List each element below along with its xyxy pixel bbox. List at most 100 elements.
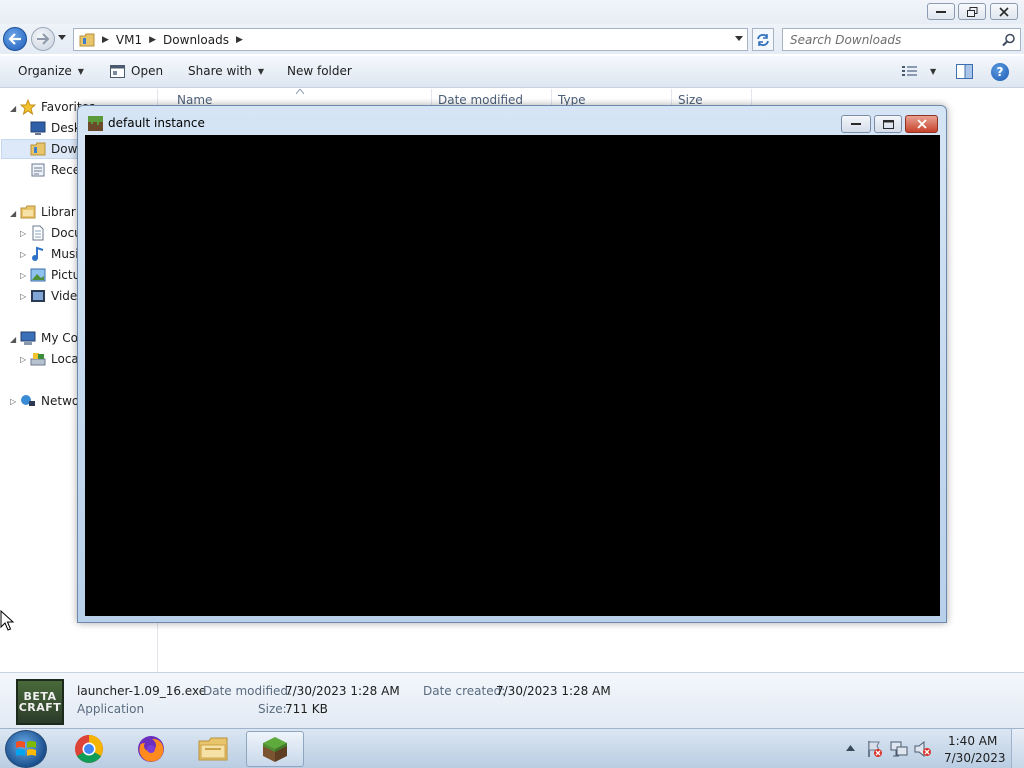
breadcrumb-separator-icon[interactable]: ▶ <box>102 35 109 45</box>
show-hidden-icons[interactable] <box>846 745 855 751</box>
taskbar-chrome[interactable] <box>60 731 118 767</box>
clock-date[interactable]: 7/30/2023 <box>944 751 1006 765</box>
windows-logo-icon <box>16 741 36 756</box>
close-icon <box>999 6 1009 17</box>
collapsed-triangle-icon[interactable]: ▷ <box>20 250 26 259</box>
show-desktop-button[interactable] <box>1011 729 1024 768</box>
back-arrow-icon <box>8 33 21 45</box>
game-window-title[interactable]: default instance <box>108 116 205 130</box>
preview-pane-button[interactable] <box>956 64 973 79</box>
date-modified-value: 7/30/2023 1:28 AM <box>285 684 400 698</box>
refresh-button[interactable] <box>752 28 774 51</box>
help-icon[interactable]: ? <box>991 63 1009 81</box>
share-with-chevron-down-icon: ▼ <box>257 66 265 76</box>
game-minimize-button[interactable] <box>841 115 871 133</box>
libraries-icon <box>20 205 36 219</box>
forward-button[interactable] <box>31 27 55 51</box>
share-with-label: Share with <box>188 64 252 78</box>
music-icon <box>32 246 44 261</box>
selected-file-type: Application <box>77 702 145 716</box>
taskbar: 1:40 AM 7/30/2023 <box>0 728 1024 768</box>
logo-text-line2: CRAFT <box>18 701 62 714</box>
size-label: Size: <box>258 702 287 716</box>
open-button[interactable]: Open <box>110 64 163 78</box>
game-render-canvas[interactable] <box>85 135 940 616</box>
back-button[interactable] <box>3 27 27 51</box>
address-bar[interactable]: ▶ VM1 ▶ Downloads ▶ <box>73 28 748 51</box>
taskbar-minecraft[interactable] <box>246 731 304 767</box>
game-maximize-button[interactable] <box>874 115 902 133</box>
game-window: default instance <box>77 105 947 623</box>
collapsed-triangle-icon[interactable]: ▷ <box>20 292 26 301</box>
speaker-muted-icon[interactable] <box>914 740 932 758</box>
recent-places-icon <box>31 163 45 177</box>
maximize-icon <box>882 119 894 129</box>
details-pane: BETA CRAFT launcher-1.09_16.exe Applicat… <box>0 672 1024 728</box>
downloads-folder-icon <box>30 142 46 156</box>
start-button[interactable] <box>5 730 47 768</box>
minecraft-grass-block-icon <box>88 116 103 131</box>
refresh-icon <box>757 33 769 46</box>
expanded-triangle-icon[interactable]: ◢ <box>10 104 16 113</box>
game-close-button[interactable] <box>905 115 938 133</box>
chrome-icon <box>75 735 103 763</box>
application-window-icon <box>110 64 125 78</box>
address-history-chevron-down-icon[interactable] <box>735 36 743 42</box>
minimize-icon <box>851 123 861 125</box>
open-label: Open <box>131 64 164 78</box>
new-folder-label: New folder <box>287 64 352 78</box>
action-center-flag-icon[interactable] <box>866 740 884 758</box>
breadcrumb-downloads[interactable]: Downloads <box>163 33 229 47</box>
minimize-button[interactable] <box>927 3 955 20</box>
address-row: ▶ VM1 ▶ Downloads ▶ <box>0 24 1024 54</box>
preview-pane-icon <box>956 64 973 79</box>
breadcrumb-separator-icon[interactable]: ▶ <box>236 35 243 45</box>
pictures-icon <box>30 268 46 282</box>
date-created-value: 7/30/2023 1:28 AM <box>496 684 611 698</box>
downloads-folder-icon <box>79 33 95 46</box>
firefox-icon <box>138 736 164 762</box>
expanded-triangle-icon[interactable]: ◢ <box>10 209 16 218</box>
hard-drive-icon <box>30 353 46 366</box>
breadcrumb-vm1[interactable]: VM1 <box>116 33 142 47</box>
clock-time[interactable]: 1:40 AM <box>948 734 997 748</box>
recent-pages-chevron-down-icon[interactable] <box>58 35 66 41</box>
date-created-label: Date created: <box>423 684 506 698</box>
forward-arrow-icon <box>37 33 50 45</box>
collapsed-triangle-icon[interactable]: ▷ <box>10 397 16 406</box>
breadcrumb-separator-icon[interactable]: ▶ <box>149 35 156 45</box>
organize-label: Organize <box>18 64 72 78</box>
taskbar-firefox[interactable] <box>122 731 180 767</box>
selected-file-name: launcher-1.09_16.exe <box>77 684 207 698</box>
network-icon <box>21 395 35 406</box>
close-icon <box>916 119 927 129</box>
minimize-icon <box>936 10 946 13</box>
computer-icon <box>20 331 36 345</box>
search-box[interactable] <box>782 28 1021 51</box>
desktop-icon <box>30 121 46 135</box>
minecraft-grass-icon <box>263 737 287 762</box>
organize-button[interactable]: Organize ▼ <box>18 64 84 78</box>
size-value: 711 KB <box>285 702 328 716</box>
explorer-title-bar[interactable] <box>0 0 1024 24</box>
betacraft-logo-icon: BETA CRAFT <box>16 679 64 725</box>
collapsed-triangle-icon[interactable]: ▷ <box>20 271 26 280</box>
star-icon <box>20 99 36 115</box>
explorer-folder-icon <box>198 737 228 761</box>
command-bar: Organize ▼ Open Share with ▼ New folder … <box>0 56 1024 88</box>
collapsed-triangle-icon[interactable]: ▷ <box>20 229 26 238</box>
expanded-triangle-icon[interactable]: ◢ <box>10 335 16 344</box>
taskbar-file-explorer[interactable] <box>184 731 242 767</box>
search-input[interactable] <box>783 29 993 50</box>
view-options-chevron-down-icon[interactable]: ▼ <box>930 67 936 76</box>
sort-ascending-icon <box>296 89 304 94</box>
organize-chevron-down-icon: ▼ <box>77 66 84 76</box>
restore-button[interactable] <box>958 3 986 20</box>
close-button[interactable] <box>990 3 1018 20</box>
new-folder-button[interactable]: New folder <box>287 64 352 78</box>
collapsed-triangle-icon[interactable]: ▷ <box>20 355 26 364</box>
change-view-button[interactable]: ▼ <box>902 65 936 77</box>
share-with-button[interactable]: Share with ▼ <box>188 64 264 78</box>
network-icon[interactable] <box>890 740 908 758</box>
search-icon[interactable] <box>1002 33 1016 47</box>
